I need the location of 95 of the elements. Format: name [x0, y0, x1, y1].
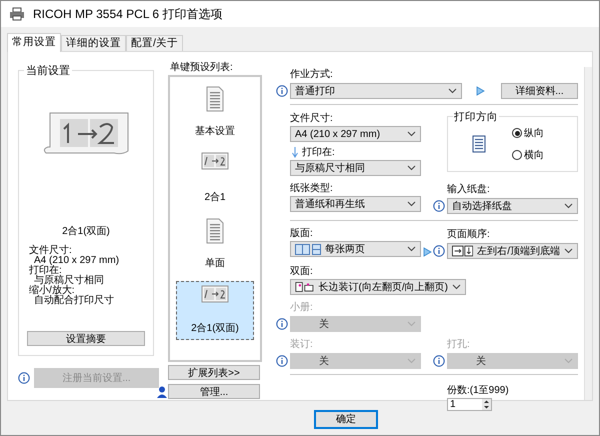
dropdown-value: 关	[318, 354, 330, 368]
dropdown-value: 长边装订(向左翻页/向上翻页)	[318, 280, 448, 294]
chevron-down-icon	[564, 248, 573, 254]
dropdown[interactable]: 自动选择纸盘	[447, 198, 578, 214]
field-label: 装订:	[290, 339, 313, 350]
setting-value: 自动配合打印尺寸	[33, 296, 115, 306]
field-label: 份数:(1至999)	[447, 384, 510, 398]
tab[interactable]: 常用设置	[7, 33, 61, 52]
chevron-down-icon	[407, 246, 416, 252]
down-arrow-icon	[292, 147, 298, 158]
info-icon	[276, 355, 288, 367]
dropdown[interactable]: 普通打印	[290, 83, 462, 99]
dropdown[interactable]: 每张两页	[290, 241, 421, 257]
window-title: RICOH MP 3554 PCL 6 打印首选项	[33, 6, 222, 23]
dropdown-value: 普通纸和再生纸	[295, 198, 366, 212]
preset-item[interactable]: 2合1(双面)	[176, 281, 254, 340]
dropdown[interactable]: 长边装订(向左翻页/向上翻页)	[290, 279, 466, 295]
dropdown-value: 关	[318, 318, 330, 332]
radio-label: 纵向	[524, 126, 544, 140]
settings-summary-button[interactable]: 设置摘要	[27, 331, 145, 346]
document-icon	[206, 218, 224, 244]
chevron-down-icon	[564, 203, 573, 209]
chevron-down-icon	[452, 284, 461, 290]
field-label: 输入纸盘:	[447, 184, 490, 195]
preset-item[interactable]: 2合1	[176, 149, 254, 208]
chevron-down-icon	[448, 88, 457, 94]
info-icon	[276, 85, 288, 97]
preset-label: 基本设置	[195, 124, 235, 139]
document-icon	[472, 135, 486, 153]
dropdown[interactable]: 左到右/顶端到底端	[447, 243, 578, 259]
setting-label: 文件尺寸:	[29, 246, 73, 256]
list-button[interactable]: 管理...	[168, 384, 260, 399]
chevron-down-icon	[407, 201, 416, 207]
document-icon	[206, 86, 224, 112]
info-icon	[433, 245, 445, 257]
dropdown-value: 每张两页	[325, 242, 366, 256]
printer-icon	[9, 7, 25, 21]
two-pages-icon	[295, 244, 321, 254]
dropdown[interactable]: 与原稿尺寸相同	[290, 160, 421, 176]
field-label: 纸张类型:	[290, 182, 334, 195]
field-label: 打印在:	[302, 146, 335, 159]
setting-value: A4 (210 x 297 mm)	[34, 256, 120, 266]
dropdown[interactable]: 普通纸和再生纸	[290, 196, 421, 212]
field-label: 版面:	[290, 227, 314, 240]
scrollbar[interactable]	[584, 67, 592, 400]
chevron-down-icon	[407, 321, 416, 327]
preset-label: 2合1(双面)	[191, 322, 239, 336]
preset-label: 2合1	[204, 191, 226, 205]
info-icon	[433, 200, 445, 212]
info-icon	[18, 372, 30, 384]
current-layout-caption: 2合1(双面)	[61, 225, 111, 239]
field-label: 小册:	[290, 302, 313, 313]
user-icon	[157, 386, 167, 398]
list-button[interactable]: 扩展列表>>	[168, 365, 260, 380]
dropdown-value: 与原稿尺寸相同	[295, 162, 366, 176]
chevron-down-icon	[564, 358, 573, 364]
dropdown-value: A4 (210 x 297 mm)	[295, 128, 382, 142]
spinner-arrows-icon	[482, 399, 491, 410]
chevron-down-icon	[407, 165, 416, 171]
info-icon	[433, 355, 445, 367]
setting-label: 缩小/放大:	[29, 286, 75, 296]
copies-spinner[interactable]: 1	[447, 398, 492, 411]
copies-value: 1	[449, 398, 457, 412]
play-arrow-icon	[423, 247, 432, 257]
dropdown-value: 自动选择纸盘	[452, 200, 513, 214]
list-title: 单键预设列表:	[169, 60, 234, 75]
two-up-page-icon	[201, 152, 229, 170]
field-label: 文件尺寸:	[290, 112, 334, 125]
preset-label: 单面	[205, 256, 225, 271]
field-label: 页面顺序:	[447, 229, 490, 240]
setting-value: 与原稿尺寸相同	[34, 276, 105, 286]
radio-label: 横向	[524, 148, 544, 162]
preset-item[interactable]: 基本设置	[176, 83, 254, 142]
details-button[interactable]: 详细资料...	[500, 83, 578, 99]
field-label: 作业方式:	[290, 69, 333, 80]
tab[interactable]: 配置/关于	[126, 35, 183, 51]
two-up-page-icon	[201, 285, 229, 303]
field-label: 打孔:	[447, 339, 470, 350]
dropdown-value: 普通打印	[295, 84, 336, 98]
info-icon	[276, 318, 288, 330]
tab[interactable]: 详细的设置	[61, 35, 126, 51]
ok-button[interactable]: 确定	[314, 410, 378, 429]
field-label: 双面:	[290, 265, 314, 278]
radio-button[interactable]	[512, 128, 522, 138]
page-order-icon	[452, 245, 474, 257]
duplex-icon	[295, 281, 315, 293]
radio-button[interactable]	[512, 150, 522, 160]
chevron-down-icon	[407, 358, 416, 364]
dropdown-value: 关	[475, 354, 487, 368]
setting-label: 打印在:	[29, 266, 62, 276]
dropdown[interactable]: A4 (210 x 297 mm)	[290, 126, 421, 142]
preset-item[interactable]: 单面	[176, 215, 254, 274]
dropdown-value: 左到右/顶端到底端	[477, 244, 560, 258]
chevron-down-icon	[407, 131, 416, 137]
play-arrow-icon	[476, 86, 485, 96]
